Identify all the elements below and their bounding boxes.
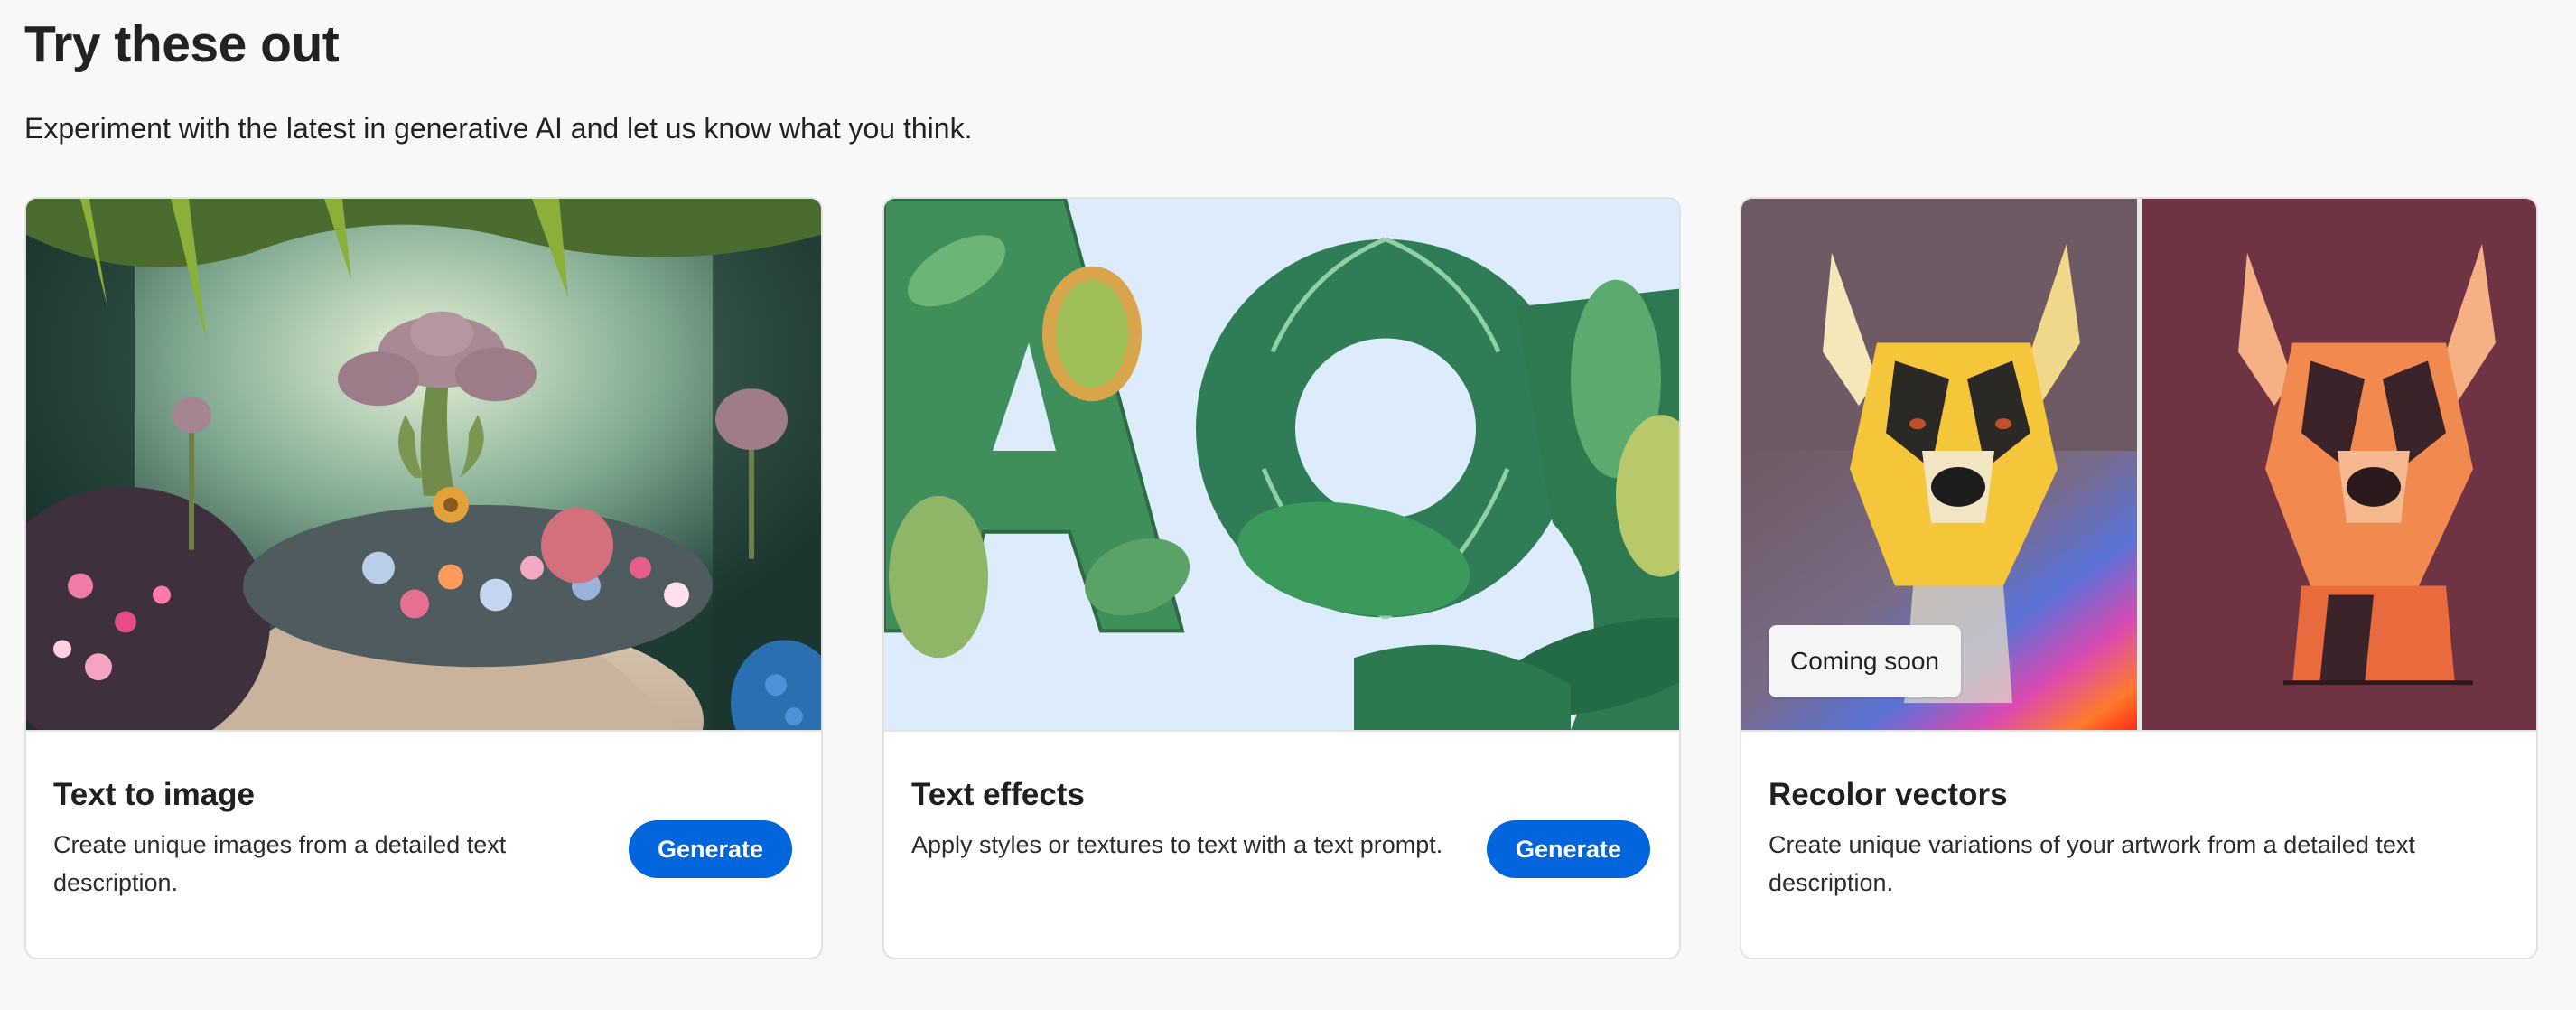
card-text-to-image[interactable]: Text to image Create unique images from …: [24, 197, 823, 959]
card-title: Text to image: [53, 777, 256, 812]
card-body: Text effects Apply styles or textures to…: [884, 732, 1679, 958]
recolored-dog-image: Coming soon: [1741, 199, 2536, 732]
card-recolor-vectors[interactable]: Coming soon Recolor vectors Create uniqu…: [1740, 197, 2538, 959]
page-header: Try these out Experiment with the latest…: [24, 13, 972, 146]
card-description: Create unique images from a detailed tex…: [53, 831, 507, 896]
card-description: Create unique variations of your artwork…: [1769, 831, 2415, 896]
fantasy-garden-image: [26, 199, 821, 732]
card-body: Recolor vectors Create unique variations…: [1741, 732, 2536, 958]
page-subtitle: Experiment with the latest in generative…: [24, 112, 973, 145]
card-body: Text to image Create unique images from …: [26, 732, 821, 958]
generate-button[interactable]: Generate: [628, 820, 792, 878]
card-description: Apply styles or textures to text with a …: [911, 831, 1443, 858]
coming-soon-badge: Coming soon: [1769, 625, 1961, 697]
card-title: Text effects: [911, 777, 1085, 812]
card-text-effects[interactable]: Text effects Apply styles or textures to…: [882, 197, 1681, 959]
card-title: Recolor vectors: [1769, 777, 2008, 812]
generate-button[interactable]: Generate: [1486, 820, 1650, 878]
page-title: Try these out: [24, 15, 340, 73]
leaf-letters-image: [884, 199, 1679, 732]
